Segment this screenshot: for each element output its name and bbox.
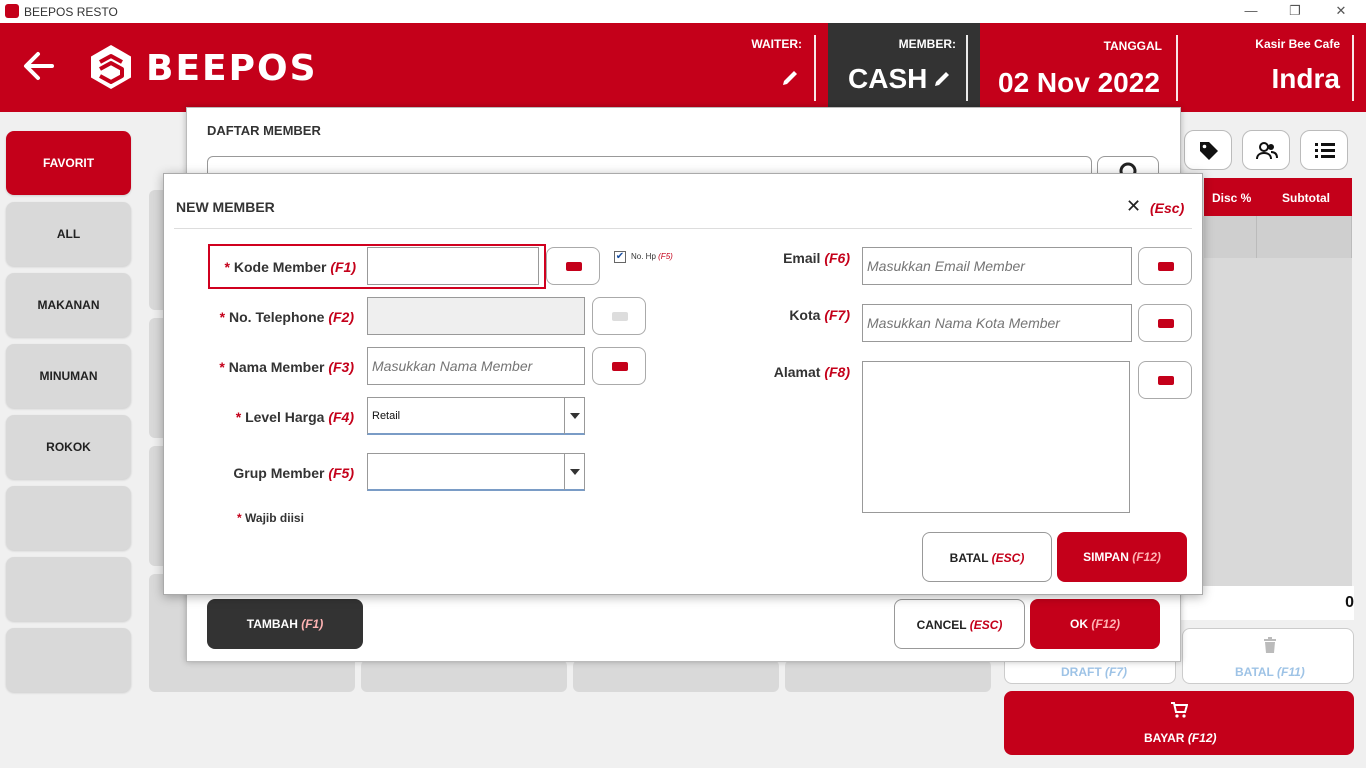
cart-table-header: Disc % Subtotal <box>1204 178 1352 216</box>
alamat-textarea[interactable] <box>862 361 1130 513</box>
cart-total: 0 <box>1345 594 1354 611</box>
nama-member-input[interactable] <box>367 347 585 385</box>
col-disc: Disc % <box>1212 191 1252 205</box>
close-icon[interactable]: ✕ <box>1126 196 1141 217</box>
category-makanan[interactable]: MAKANAN <box>6 273 131 337</box>
keyboard-icon <box>592 297 646 335</box>
divider <box>966 35 968 101</box>
cancel-button[interactable]: CANCEL (ESC) <box>894 599 1025 649</box>
close-shortcut: (Esc) <box>1150 200 1185 216</box>
product-tile[interactable] <box>785 660 991 692</box>
member-value: CASH <box>848 63 928 94</box>
batal-button[interactable]: BATAL (ESC) <box>922 532 1052 582</box>
list-icon[interactable] <box>1300 130 1348 170</box>
category-minuman[interactable]: MINUMAN <box>6 344 131 408</box>
pencil-icon[interactable] <box>932 69 952 94</box>
chevron-down-icon[interactable] <box>564 454 584 490</box>
beepos-logo-icon <box>88 43 134 91</box>
simpan-button[interactable]: SIMPAN (F12) <box>1057 532 1187 582</box>
divider <box>814 35 816 101</box>
product-tile[interactable] <box>361 660 567 692</box>
app-icon <box>5 4 19 18</box>
telephone-input <box>367 297 585 335</box>
member-label: MEMBER: <box>898 37 956 51</box>
category-empty[interactable] <box>6 557 131 621</box>
email-label: Email (F6) <box>783 250 850 266</box>
category-favorit[interactable]: FAVORIT <box>6 131 131 195</box>
cashier-name: Indra <box>1271 63 1340 94</box>
batal-cart-button[interactable]: BATAL (F11) <box>1182 628 1354 684</box>
grup-member-label: Grup Member (F5) <box>233 465 354 481</box>
keyboard-icon[interactable] <box>592 347 646 385</box>
back-arrow-icon[interactable] <box>22 49 56 88</box>
tag-icon[interactable] <box>1184 130 1232 170</box>
level-harga-label: * Level Harga (F4) <box>235 409 354 425</box>
close-window-button[interactable]: ✕ <box>1326 2 1356 20</box>
alamat-label: Alamat (F8) <box>773 364 850 380</box>
kode-member-label: * Kode Member (F1) <box>224 259 356 275</box>
people-icon[interactable] <box>1242 130 1290 170</box>
email-input[interactable] <box>862 247 1132 285</box>
cart-row[interactable] <box>1204 216 1352 258</box>
required-note: * Wajib diisi <box>237 511 304 525</box>
app-header: BEEPOS WAITER: MEMBER: CASH TANGGAL 02 N… <box>0 23 1366 112</box>
bayar-button[interactable]: BAYAR (F12) <box>1004 691 1354 755</box>
telephone-label: * No. Telephone (F2) <box>219 309 354 325</box>
nohp-checkbox[interactable]: ✔ <box>614 251 626 263</box>
nohp-label: No. Hp (F5) <box>631 252 673 261</box>
divider <box>174 228 1192 229</box>
member-panel[interactable]: MEMBER: CASH <box>828 23 980 112</box>
divider <box>1352 35 1354 101</box>
category-rokok[interactable]: ROKOK <box>6 415 131 479</box>
trash-icon <box>1263 637 1277 656</box>
tambah-button[interactable]: TAMBAH (F1) <box>207 599 363 649</box>
category-empty[interactable] <box>6 486 131 550</box>
pencil-icon[interactable] <box>780 68 800 93</box>
keyboard-icon[interactable] <box>1138 247 1192 285</box>
col-subtotal: Subtotal <box>1282 191 1330 205</box>
waiter-label: WAITER: <box>751 37 802 51</box>
date-value: 02 Nov 2022 <box>998 67 1160 98</box>
daftar-member-title: DAFTAR MEMBER <box>207 123 321 138</box>
cart-icon <box>1170 701 1189 722</box>
date-label: TANGGAL <box>1103 39 1162 53</box>
minimize-button[interactable]: — <box>1236 2 1266 20</box>
chevron-down-icon[interactable] <box>564 398 584 434</box>
cashier-label: Kasir Bee Cafe <box>1255 37 1340 51</box>
kota-input[interactable] <box>862 304 1132 342</box>
category-empty[interactable] <box>6 628 131 692</box>
new-member-dialog: NEW MEMBER ✕ (Esc) * Kode Member (F1) ✔ … <box>163 173 1203 595</box>
keyboard-icon[interactable] <box>1138 361 1192 399</box>
nama-member-label: * Nama Member (F3) <box>219 359 354 375</box>
ok-button[interactable]: OK (F12) <box>1030 599 1160 649</box>
brand-name: BEEPOS <box>146 48 318 89</box>
keyboard-icon[interactable] <box>546 247 600 285</box>
category-all[interactable]: ALL <box>6 202 131 266</box>
keyboard-icon[interactable] <box>1138 304 1192 342</box>
grup-member-select[interactable] <box>367 453 585 491</box>
window-titlebar: BEEPOS RESTO — ❐ ✕ <box>0 0 1366 23</box>
window-title: BEEPOS RESTO <box>24 5 118 19</box>
product-tile[interactable] <box>573 660 779 692</box>
kode-member-input[interactable] <box>367 247 539 285</box>
divider <box>1176 35 1178 101</box>
new-member-title: NEW MEMBER <box>176 199 275 215</box>
restore-button[interactable]: ❐ <box>1280 2 1310 20</box>
level-harga-select[interactable]: Retail <box>367 397 585 435</box>
kota-label: Kota (F7) <box>789 307 850 323</box>
